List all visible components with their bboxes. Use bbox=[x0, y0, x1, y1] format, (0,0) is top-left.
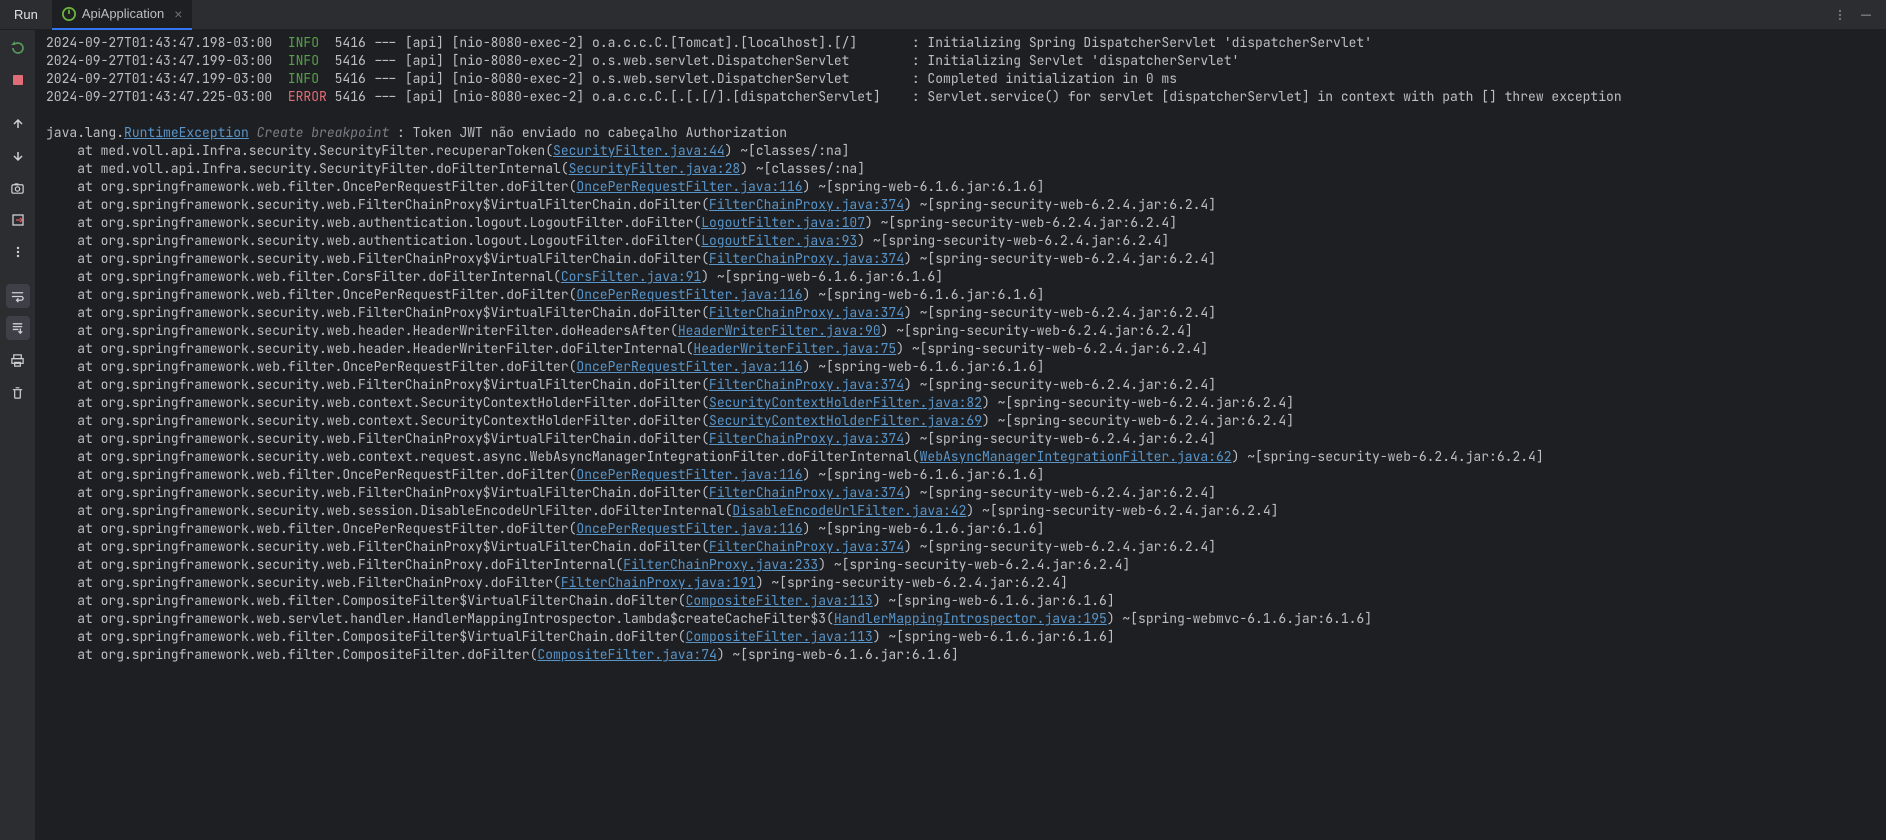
stack-source-link[interactable]: LogoutFilter.java:107 bbox=[701, 214, 865, 231]
stack-source-link[interactable]: WebAsyncManagerIntegrationFilter.java:62 bbox=[920, 448, 1232, 465]
stack-source-link[interactable]: FilterChainProxy.java:374 bbox=[709, 196, 904, 213]
stack-source-link[interactable]: FilterChainProxy.java:374 bbox=[709, 250, 904, 267]
stack-source-link[interactable]: HandlerMappingIntrospector.java:195 bbox=[834, 610, 1107, 627]
stack-source-link[interactable]: HeaderWriterFilter.java:90 bbox=[678, 322, 881, 339]
screenshot-icon[interactable] bbox=[6, 176, 30, 200]
stack-source-link[interactable]: FilterChainProxy.java:191 bbox=[561, 574, 756, 591]
run-tool-window-label: Run bbox=[0, 7, 52, 22]
stack-source-link[interactable]: OncePerRequestFilter.java:116 bbox=[576, 466, 802, 483]
stack-source-link[interactable]: FilterChainProxy.java:374 bbox=[709, 538, 904, 555]
stack-source-link[interactable]: OncePerRequestFilter.java:116 bbox=[576, 178, 802, 195]
stack-source-link[interactable]: SecurityFilter.java:28 bbox=[569, 160, 741, 177]
stack-source-link[interactable]: OncePerRequestFilter.java:116 bbox=[576, 286, 802, 303]
print-icon[interactable] bbox=[6, 348, 30, 372]
stack-source-link[interactable]: FilterChainProxy.java:374 bbox=[709, 304, 904, 321]
log-level: INFO bbox=[288, 70, 327, 87]
stack-source-link[interactable]: FilterChainProxy.java:374 bbox=[709, 376, 904, 393]
log-level: INFO bbox=[288, 34, 327, 51]
stack-source-link[interactable]: LogoutFilter.java:93 bbox=[701, 232, 857, 249]
stack-source-link[interactable]: OncePerRequestFilter.java:116 bbox=[576, 358, 802, 375]
stack-source-link[interactable]: FilterChainProxy.java:233 bbox=[623, 556, 818, 573]
spring-boot-icon bbox=[62, 7, 76, 21]
more-vert-icon[interactable] bbox=[1832, 7, 1848, 23]
stack-source-link[interactable]: OncePerRequestFilter.java:116 bbox=[576, 520, 802, 537]
stop-button[interactable] bbox=[6, 68, 30, 92]
run-config-tab-label: ApiApplication bbox=[82, 6, 164, 21]
console-text: 2024-09-27T01:43:47.198-03:00 INFO 5416 … bbox=[46, 34, 1878, 664]
step-up-icon[interactable] bbox=[6, 112, 30, 136]
create-breakpoint-link[interactable]: Create breakpoint bbox=[257, 124, 390, 141]
stack-source-link[interactable]: CompositeFilter.java:74 bbox=[537, 646, 716, 663]
more-vert-icon[interactable] bbox=[6, 240, 30, 264]
stack-source-link[interactable]: DisableEncodeUrlFilter.java:42 bbox=[732, 502, 966, 519]
rerun-button[interactable] bbox=[6, 36, 30, 60]
stack-source-link[interactable]: SecurityContextHolderFilter.java:82 bbox=[709, 394, 982, 411]
minimize-icon[interactable] bbox=[1858, 7, 1874, 23]
log-level: ERROR bbox=[288, 88, 327, 105]
export-icon[interactable] bbox=[6, 208, 30, 232]
stack-source-link[interactable]: CompositeFilter.java:113 bbox=[686, 628, 873, 645]
run-left-toolbar bbox=[0, 30, 36, 840]
run-tab-bar: Run ApiApplication × bbox=[0, 0, 1886, 30]
stack-source-link[interactable]: CompositeFilter.java:113 bbox=[686, 592, 873, 609]
stack-source-link[interactable]: SecurityContextHolderFilter.java:69 bbox=[709, 412, 982, 429]
exception-class-link[interactable]: RuntimeException bbox=[124, 124, 249, 141]
stack-source-link[interactable]: SecurityFilter.java:44 bbox=[553, 142, 725, 159]
close-tab-icon[interactable]: × bbox=[174, 6, 182, 22]
console-output[interactable]: 2024-09-27T01:43:47.198-03:00 INFO 5416 … bbox=[36, 30, 1886, 840]
stack-source-link[interactable]: FilterChainProxy.java:374 bbox=[709, 430, 904, 447]
soft-wrap-icon[interactable] bbox=[6, 284, 30, 308]
scroll-to-end-icon[interactable] bbox=[6, 316, 30, 340]
stack-source-link[interactable]: HeaderWriterFilter.java:75 bbox=[693, 340, 896, 357]
log-level: INFO bbox=[288, 52, 327, 69]
stack-source-link[interactable]: FilterChainProxy.java:374 bbox=[709, 484, 904, 501]
step-down-icon[interactable] bbox=[6, 144, 30, 168]
stack-source-link[interactable]: CorsFilter.java:91 bbox=[561, 268, 701, 285]
clear-all-icon[interactable] bbox=[6, 380, 30, 404]
run-config-tab[interactable]: ApiApplication × bbox=[52, 0, 193, 30]
